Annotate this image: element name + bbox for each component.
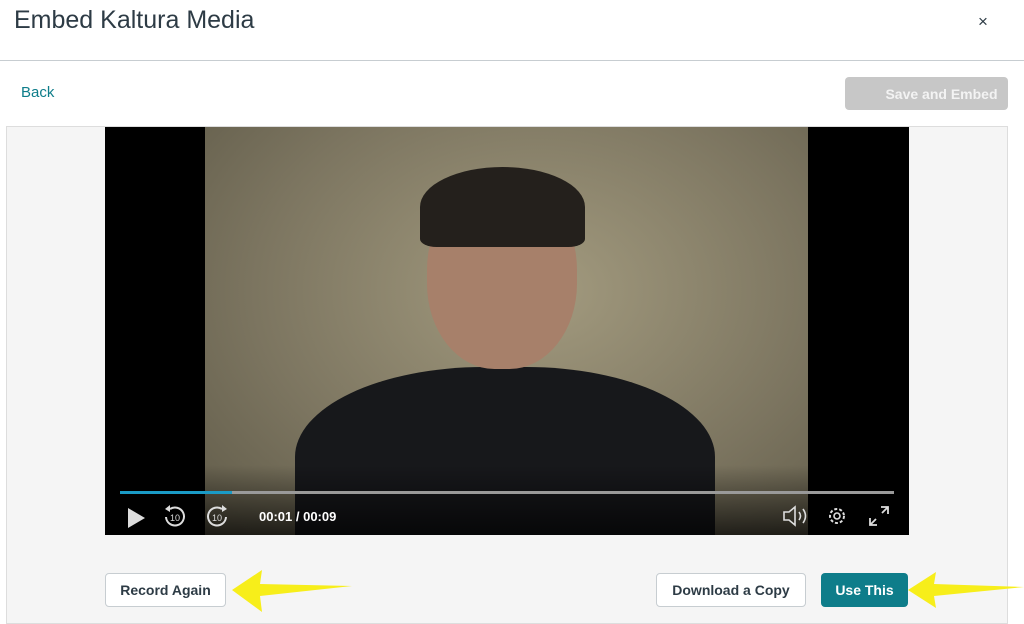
back-link[interactable]: Back xyxy=(21,84,54,101)
record-again-button[interactable]: Record Again xyxy=(105,573,226,607)
time-display: 00:01 / 00:09 xyxy=(259,509,337,524)
volume-icon[interactable] xyxy=(782,505,810,527)
close-icon[interactable]: × xyxy=(978,12,988,32)
svg-text:10: 10 xyxy=(212,513,222,523)
progress-bar[interactable] xyxy=(120,491,894,494)
rewind-10-icon[interactable]: 10 xyxy=(162,504,188,530)
save-and-embed-button[interactable]: Save and Embed xyxy=(845,77,1008,110)
annotation-arrow-icon xyxy=(232,570,352,612)
forward-10-icon[interactable]: 10 xyxy=(204,504,230,530)
divider xyxy=(0,60,1024,61)
progress-fill xyxy=(120,491,233,494)
video-player[interactable]: 10 10 00:01 / 00:09 xyxy=(105,127,909,535)
svg-text:10: 10 xyxy=(170,513,180,523)
annotation-arrow-icon xyxy=(908,572,1024,608)
settings-gear-icon[interactable] xyxy=(826,505,848,527)
play-icon[interactable] xyxy=(125,507,147,529)
dialog-title: Embed Kaltura Media xyxy=(14,6,255,34)
use-this-button[interactable]: Use This xyxy=(821,573,908,607)
download-copy-button[interactable]: Download a Copy xyxy=(656,573,806,607)
fullscreen-icon[interactable] xyxy=(868,505,890,527)
